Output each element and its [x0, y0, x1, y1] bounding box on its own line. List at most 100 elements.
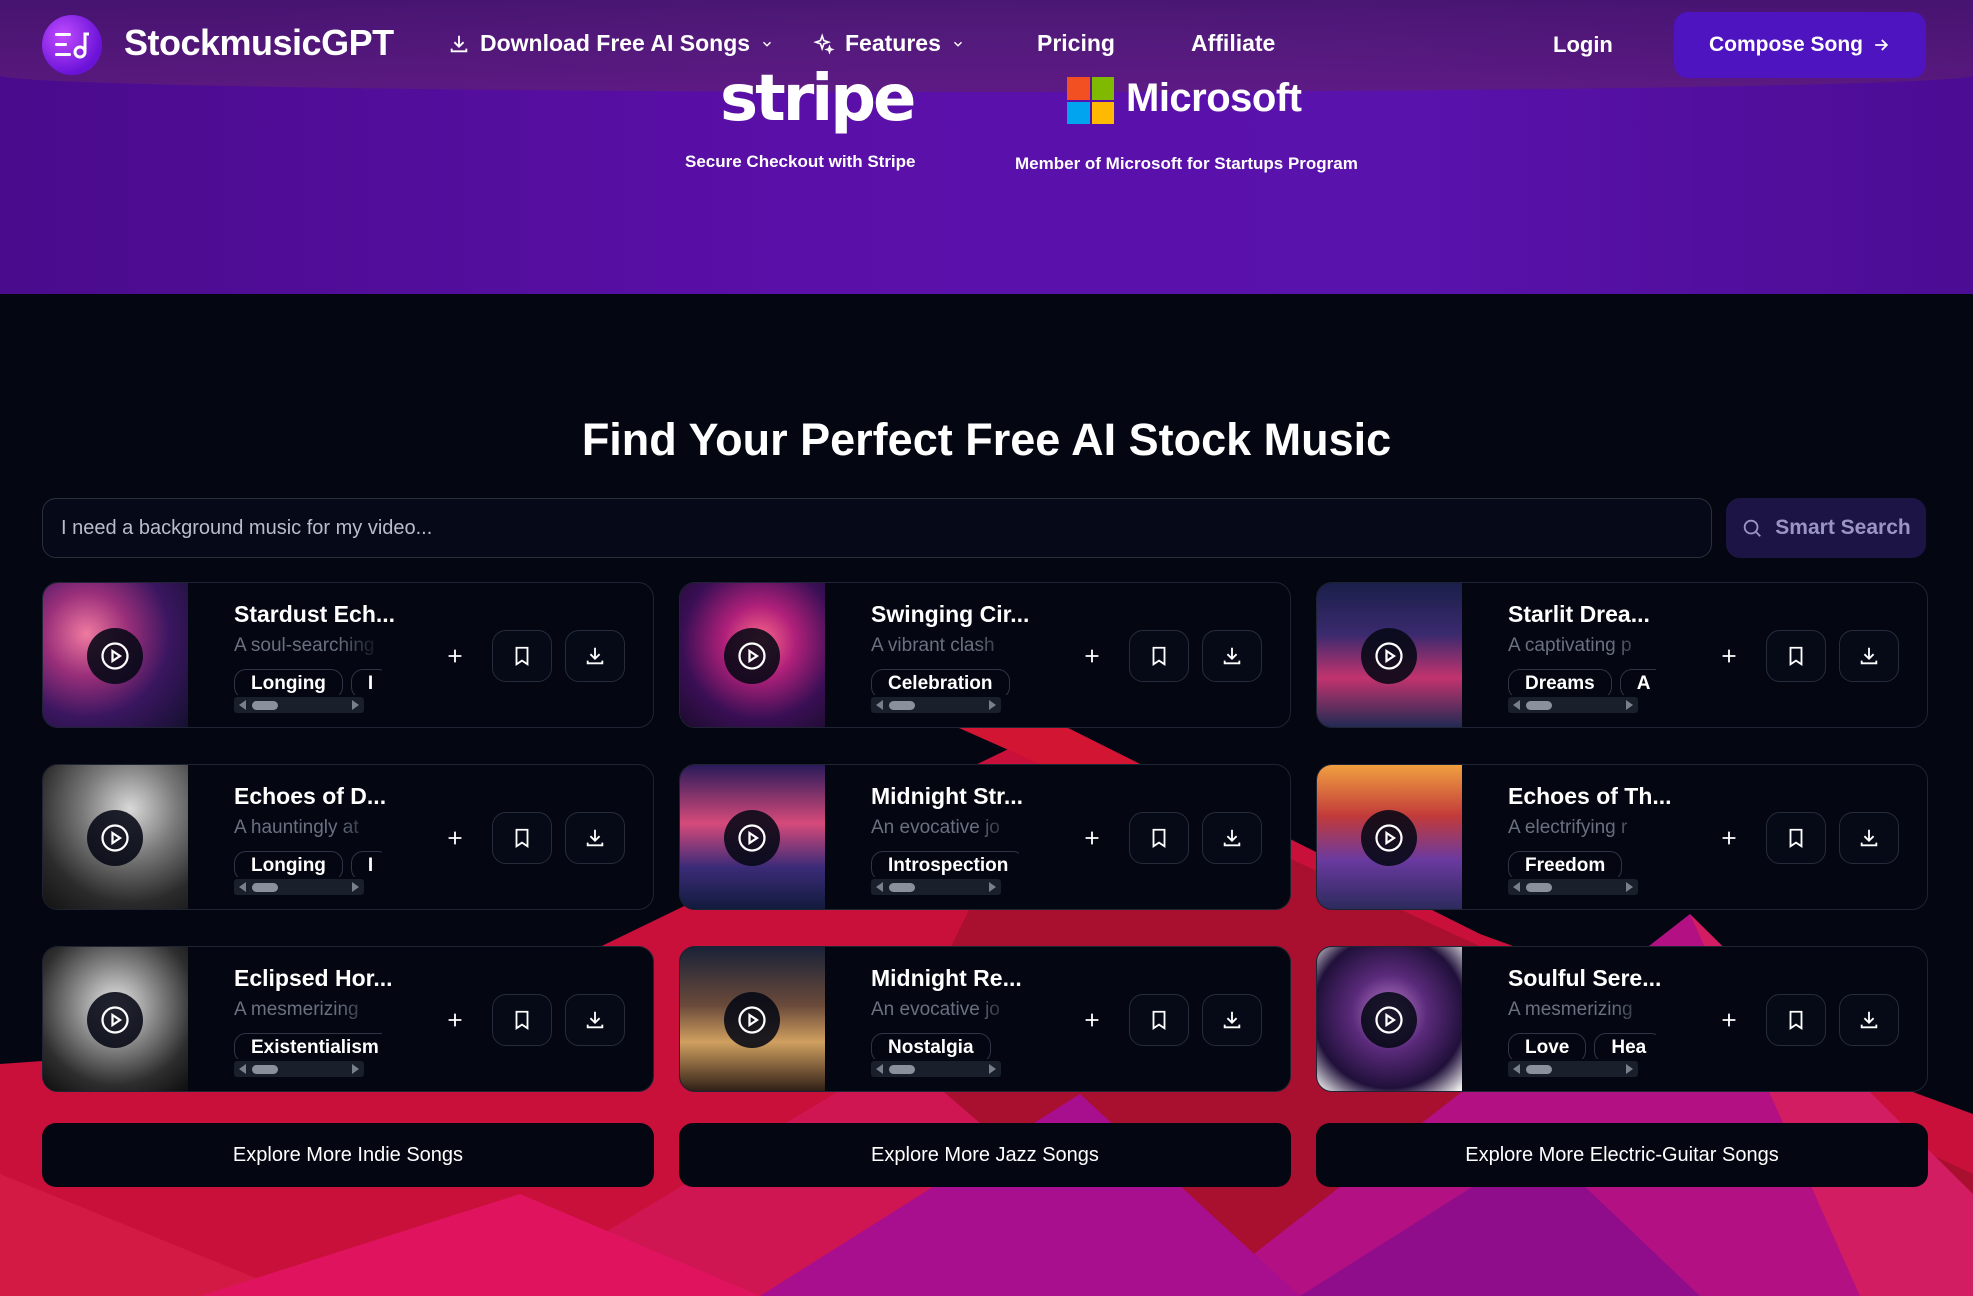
- compose-song-button[interactable]: Compose Song: [1674, 12, 1926, 78]
- play-button[interactable]: [87, 992, 143, 1048]
- download-button[interactable]: [1839, 630, 1899, 682]
- tag-scrollbar[interactable]: [871, 697, 1001, 713]
- bookmark-button[interactable]: [1766, 812, 1826, 864]
- song-card[interactable]: Echoes of D... A hauntingly at Longing I: [42, 764, 654, 910]
- play-button[interactable]: [1361, 992, 1417, 1048]
- scroll-right-icon[interactable]: [352, 700, 359, 710]
- scroll-right-icon[interactable]: [1626, 700, 1633, 710]
- download-button[interactable]: [1202, 630, 1262, 682]
- song-title[interactable]: Midnight Re...: [871, 965, 1022, 992]
- scroll-left-icon[interactable]: [1513, 700, 1520, 710]
- tag-scrollbar[interactable]: [871, 879, 1001, 895]
- download-button[interactable]: [1839, 994, 1899, 1046]
- scroll-right-icon[interactable]: [989, 700, 996, 710]
- scroll-left-icon[interactable]: [1513, 882, 1520, 892]
- song-title[interactable]: Swinging Cir...: [871, 601, 1029, 628]
- scroll-left-icon[interactable]: [876, 1064, 883, 1074]
- song-card[interactable]: Starlit Drea... A captivating p Dreams A: [1316, 582, 1928, 728]
- download-button[interactable]: [565, 630, 625, 682]
- bookmark-button[interactable]: [1766, 994, 1826, 1046]
- scroll-thumb[interactable]: [252, 883, 278, 892]
- add-to-playlist-button[interactable]: [1072, 1000, 1112, 1040]
- add-to-playlist-button[interactable]: [1072, 818, 1112, 858]
- play-button[interactable]: [724, 810, 780, 866]
- mood-tag[interactable]: Celebration: [871, 669, 1010, 695]
- mood-tag[interactable]: Existentialism: [234, 1033, 382, 1059]
- song-card[interactable]: Midnight Str... An evocative jo Introspect…: [679, 764, 1291, 910]
- song-title[interactable]: Stardust Ech...: [234, 601, 395, 628]
- scroll-right-icon[interactable]: [352, 1064, 359, 1074]
- mood-tag[interactable]: Longing: [234, 669, 343, 695]
- tag-scrollbar[interactable]: [1508, 879, 1638, 895]
- scroll-left-icon[interactable]: [239, 1064, 246, 1074]
- explore-electric-guitar-button[interactable]: Explore More Electric-Guitar Songs: [1316, 1123, 1928, 1187]
- search-input[interactable]: [61, 516, 1693, 540]
- play-button[interactable]: [87, 810, 143, 866]
- tag-scrollbar[interactable]: [1508, 1061, 1638, 1077]
- brand-name[interactable]: StockmusicGPT: [124, 22, 394, 64]
- mood-tag[interactable]: Hea: [1594, 1033, 1656, 1059]
- scroll-thumb[interactable]: [1526, 1065, 1552, 1074]
- smart-search-button[interactable]: Smart Search: [1726, 498, 1926, 558]
- play-button[interactable]: [87, 628, 143, 684]
- play-button[interactable]: [1361, 628, 1417, 684]
- play-button[interactable]: [1361, 810, 1417, 866]
- scroll-thumb[interactable]: [1526, 883, 1552, 892]
- mood-tag[interactable]: I: [350, 851, 382, 877]
- scroll-thumb[interactable]: [1526, 701, 1552, 710]
- scroll-thumb[interactable]: [252, 1065, 278, 1074]
- scroll-right-icon[interactable]: [989, 1064, 996, 1074]
- scroll-right-icon[interactable]: [1626, 1064, 1633, 1074]
- song-title[interactable]: Starlit Drea...: [1508, 601, 1650, 628]
- song-title[interactable]: Echoes of D...: [234, 783, 386, 810]
- scroll-right-icon[interactable]: [989, 882, 996, 892]
- download-button[interactable]: [1202, 994, 1262, 1046]
- tag-scrollbar[interactable]: [234, 879, 364, 895]
- add-to-playlist-button[interactable]: [435, 818, 475, 858]
- song-card[interactable]: Eclipsed Hor... A mesmerizing Existentiali…: [42, 946, 654, 1092]
- song-card[interactable]: Soulful Sere... A mesmerizing Love Hea: [1316, 946, 1928, 1092]
- mood-tag[interactable]: Longing: [234, 851, 343, 877]
- mood-tag[interactable]: Love: [1508, 1033, 1587, 1059]
- scroll-left-icon[interactable]: [239, 882, 246, 892]
- scroll-thumb[interactable]: [889, 701, 915, 710]
- nav-affiliate[interactable]: Affiliate: [1191, 30, 1275, 57]
- mood-tag[interactable]: Freedom: [1508, 851, 1623, 877]
- download-button[interactable]: [1839, 812, 1899, 864]
- bookmark-button[interactable]: [1129, 812, 1189, 864]
- song-title[interactable]: Eclipsed Hor...: [234, 965, 393, 992]
- scroll-left-icon[interactable]: [876, 882, 883, 892]
- scroll-left-icon[interactable]: [1513, 1064, 1520, 1074]
- song-card[interactable]: Midnight Re... An evocative jo Nostalgia: [679, 946, 1291, 1092]
- bookmark-button[interactable]: [1129, 994, 1189, 1046]
- scroll-thumb[interactable]: [889, 883, 915, 892]
- mood-tag[interactable]: A: [1619, 669, 1656, 695]
- mood-tag[interactable]: I: [350, 669, 382, 695]
- add-to-playlist-button[interactable]: [435, 1000, 475, 1040]
- song-card[interactable]: Stardust Ech... A soul-searching Longing I: [42, 582, 654, 728]
- mood-tag[interactable]: Nostalgia: [871, 1033, 991, 1059]
- scroll-thumb[interactable]: [889, 1065, 915, 1074]
- nav-download-songs[interactable]: Download Free AI Songs: [448, 30, 774, 57]
- play-button[interactable]: [724, 992, 780, 1048]
- bookmark-button[interactable]: [492, 630, 552, 682]
- download-button[interactable]: [565, 812, 625, 864]
- song-card[interactable]: Swinging Cir... A vibrant clash Celebratio…: [679, 582, 1291, 728]
- tag-scrollbar[interactable]: [234, 697, 364, 713]
- scroll-right-icon[interactable]: [1626, 882, 1633, 892]
- add-to-playlist-button[interactable]: [1709, 1000, 1749, 1040]
- bookmark-button[interactable]: [492, 994, 552, 1046]
- mood-tag[interactable]: Introspection: [871, 851, 1019, 877]
- explore-jazz-button[interactable]: Explore More Jazz Songs: [679, 1123, 1291, 1187]
- nav-features[interactable]: Features: [813, 30, 965, 57]
- tag-scrollbar[interactable]: [871, 1061, 1001, 1077]
- bookmark-button[interactable]: [1766, 630, 1826, 682]
- scroll-thumb[interactable]: [252, 701, 278, 710]
- login-link[interactable]: Login: [1553, 32, 1613, 58]
- download-button[interactable]: [565, 994, 625, 1046]
- tag-scrollbar[interactable]: [234, 1061, 364, 1077]
- scroll-right-icon[interactable]: [352, 882, 359, 892]
- song-card[interactable]: Echoes of Th... A electrifying r Freedom: [1316, 764, 1928, 910]
- song-title[interactable]: Soulful Sere...: [1508, 965, 1661, 992]
- explore-indie-button[interactable]: Explore More Indie Songs: [42, 1123, 654, 1187]
